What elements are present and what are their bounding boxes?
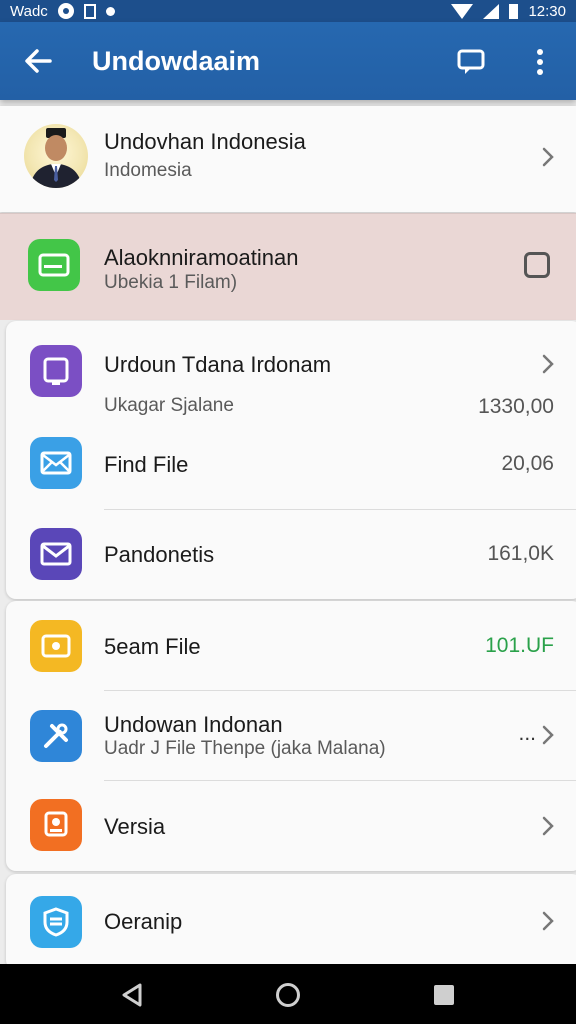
chevron-right-icon — [542, 816, 554, 836]
card2-item1-title[interactable]: 5eam File — [104, 634, 201, 660]
person-photo-icon — [30, 128, 82, 188]
wallet-icon — [28, 239, 80, 291]
notification-icon — [57, 3, 74, 19]
nav-recents-icon[interactable] — [434, 985, 454, 1005]
envelope-icon — [30, 528, 82, 580]
highlight-item-subtitle: Ubekia 1 Filam) — [104, 272, 238, 293]
status-bar: Wadc 12:30 — [0, 0, 576, 22]
profile-subtitle: Indomesia — [104, 160, 192, 181]
card1-item1-title[interactable]: Urdoun Tdana Irdonam — [104, 352, 331, 378]
battery-icon — [509, 3, 519, 19]
status-bar-carrier: Wadc — [10, 2, 48, 20]
page-title: Undowdaaim — [92, 46, 261, 76]
card1-item3-value: 161,0K — [487, 542, 554, 565]
back-arrow-icon[interactable] — [22, 46, 54, 76]
profile-name: Undovhan Indonesia — [104, 129, 306, 154]
divider — [104, 780, 576, 781]
badge-icon — [30, 799, 82, 851]
card2-item3-title[interactable]: Versia — [104, 814, 165, 840]
app-bar: Undowdaaim — [0, 22, 576, 100]
tools-icon — [30, 710, 82, 762]
tablet-icon — [30, 345, 82, 397]
sim-icon — [83, 3, 96, 19]
highlight-item-title: Alaoknniramoatinan — [104, 245, 299, 270]
nav-back-icon[interactable] — [120, 982, 144, 1008]
card3-item1-title[interactable]: Oeranip — [104, 909, 182, 935]
status-bar-time: 12:30 — [528, 2, 566, 20]
chevron-right-icon — [542, 147, 554, 167]
camera-icon — [30, 620, 82, 672]
card2-item2-more: ... — [518, 722, 536, 745]
shield-icon — [30, 896, 82, 948]
card1-item3-title[interactable]: Pandonetis — [104, 542, 214, 568]
chevron-right-icon — [542, 354, 554, 374]
card2-item1-value: 101.UF — [485, 634, 554, 657]
chat-icon[interactable] — [456, 48, 486, 76]
wifi-icon — [451, 3, 474, 19]
divider — [104, 690, 576, 691]
card2-item2-title[interactable]: Undowan Indonan — [104, 712, 283, 738]
avatar — [24, 124, 88, 188]
card1-item1-value: 1330,00 — [478, 395, 554, 418]
divider — [104, 509, 576, 510]
chevron-right-icon — [542, 725, 554, 745]
card1-item2-title[interactable]: Find File — [104, 452, 188, 478]
card1-item1-subtitle: Ukagar Sjalane — [104, 395, 234, 416]
card1-item2-value: 20,06 — [501, 452, 554, 475]
chevron-right-icon — [542, 911, 554, 931]
more-options-icon[interactable] — [528, 46, 552, 78]
card2-item2-subtitle: Uadr J File Thenpe (jaka Malana) — [104, 738, 386, 759]
nav-home-icon[interactable] — [276, 983, 300, 1007]
card-3 — [6, 874, 576, 970]
dot-icon — [105, 6, 115, 16]
signal-icon — [483, 3, 500, 19]
checkbox[interactable] — [524, 252, 550, 278]
mail-icon — [30, 437, 82, 489]
